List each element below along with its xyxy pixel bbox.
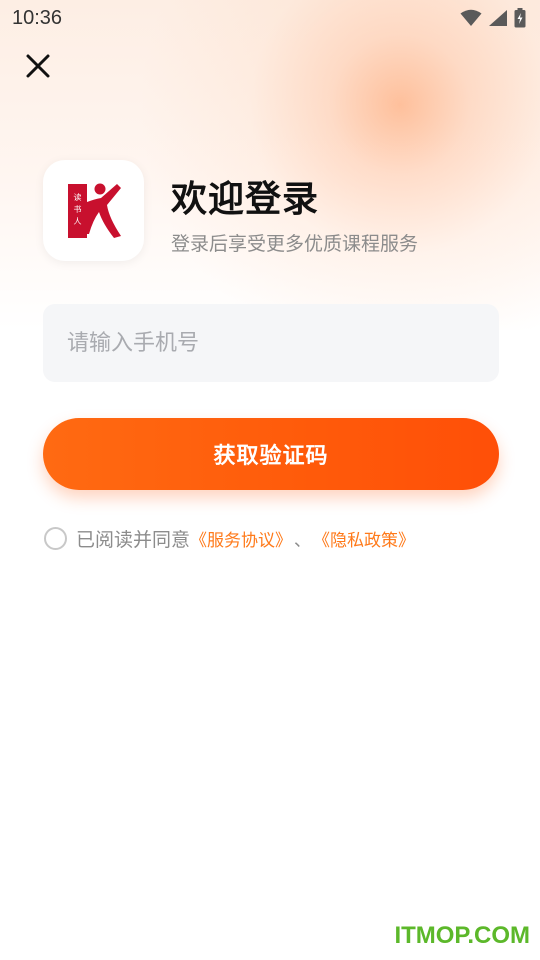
phone-field-container (43, 304, 499, 382)
logo-text-char-2: 书 (73, 204, 81, 214)
agree-checkbox[interactable] (44, 527, 67, 550)
agreement-prefix: 已阅读并同意 (76, 529, 191, 551)
signal-icon (488, 9, 508, 27)
logo-text-char-1: 读 (73, 192, 81, 202)
get-code-button[interactable]: 获取验证码 (43, 418, 499, 490)
page-subtitle: 登录后享受更多优质课程服务 (171, 233, 419, 255)
status-bar: 10:36 (0, 0, 540, 36)
close-icon (25, 53, 51, 83)
agreement-separator: 、 (294, 531, 312, 551)
wifi-icon (460, 9, 482, 27)
status-icons (460, 8, 526, 28)
privacy-policy-link[interactable]: 《隐私政策》 (313, 526, 415, 551)
close-button[interactable] (22, 52, 54, 84)
status-time: 10:36 (12, 6, 63, 29)
service-agreement-link[interactable]: 《服务协议》 (190, 526, 292, 551)
page-title: 欢迎登录 (171, 179, 320, 220)
phone-input[interactable] (43, 304, 499, 382)
app-logo-mark: 读 书 人 (67, 183, 121, 238)
watermark: ITMOP.COM (394, 922, 530, 949)
battery-charging-icon (514, 8, 526, 28)
agreement-row: 已阅读并同意 《服务协议》 、 《隐私政策》 (44, 525, 415, 552)
logo-text-char-3: 人 (73, 217, 81, 226)
app-logo: 读 书 人 (43, 160, 144, 261)
